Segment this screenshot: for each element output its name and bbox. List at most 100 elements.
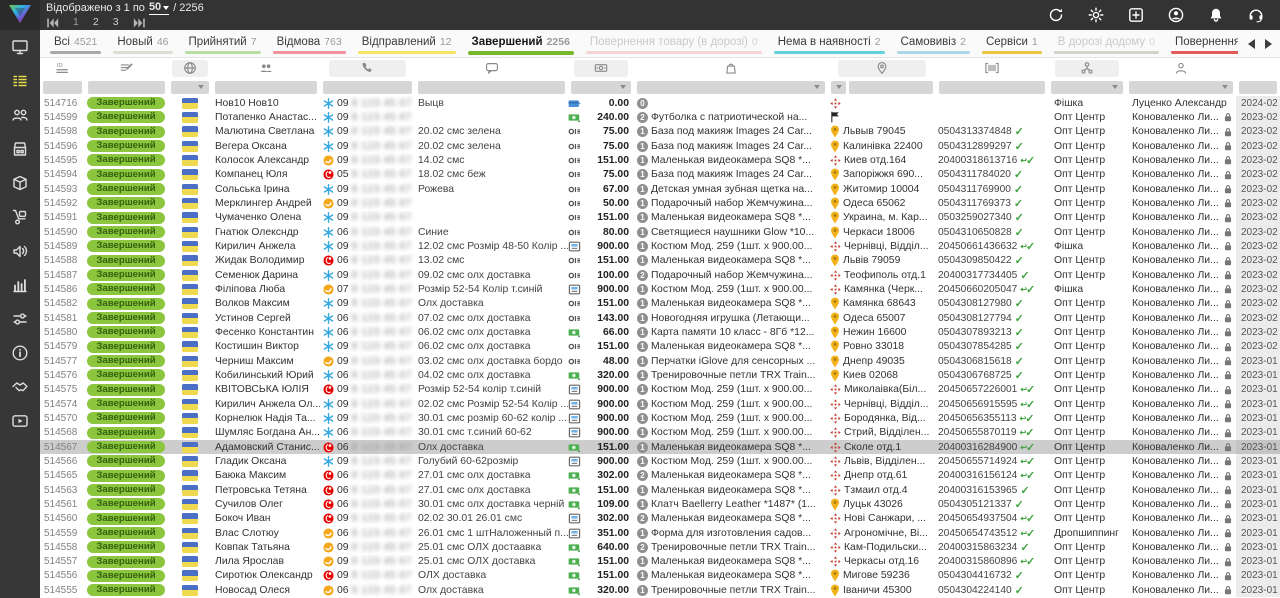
table-row[interactable]: 514558ЗавершенийКовпак Татьяна098 123 45…	[40, 540, 1280, 554]
table-row[interactable]: 514575ЗавершенийКВІТОВСЬКА ЮЛІЯ098 123 4…	[40, 383, 1280, 397]
column-header-channel[interactable]	[1048, 58, 1126, 78]
filter-input-product[interactable]	[637, 81, 825, 94]
table-row[interactable]: 514595ЗавершенийКолосок Александр098 123…	[40, 153, 1280, 167]
sidebar-item-procurement[interactable]	[9, 209, 31, 229]
column-header-product[interactable]	[634, 58, 828, 78]
filter-input-status[interactable]	[88, 81, 165, 94]
sidebar-item-orders[interactable]	[9, 73, 31, 93]
sidebar-item-statistics[interactable]	[9, 277, 31, 297]
tab-4[interactable]: Відмова763	[267, 30, 352, 57]
page-number-1[interactable]: 1	[73, 16, 79, 29]
tab-10[interactable]: Сервіси1	[976, 30, 1048, 57]
first-page-button[interactable]	[46, 17, 59, 29]
table-row[interactable]: 514580ЗавершенийФесенко Константин068 12…	[40, 325, 1280, 339]
scroll-tabs-right-icon[interactable]	[1265, 39, 1272, 49]
last-page-button[interactable]	[133, 17, 146, 29]
sidebar-item-marketing[interactable]	[9, 243, 31, 263]
notifications-icon[interactable]	[1208, 7, 1224, 23]
table-row[interactable]: 514599ЗавершенийПотапенко Анастас...098 …	[40, 110, 1280, 124]
filter-input-manager[interactable]	[1129, 81, 1233, 94]
table-row[interactable]: 514559ЗавершенийВлас Слотюу068 123 45 67…	[40, 526, 1280, 540]
table-row[interactable]: 514582ЗавершенийВолков Максим098 123 45 …	[40, 297, 1280, 311]
tab-3[interactable]: Прийнятий7	[179, 30, 267, 57]
tab-5[interactable]: Відправлений12	[352, 30, 462, 57]
page-number-3[interactable]: 3	[113, 16, 119, 29]
table-row[interactable]: 514588ЗавершенийЖидак Володимир068 123 4…	[40, 254, 1280, 268]
column-header-delivery[interactable]	[828, 58, 936, 78]
tab-8[interactable]: Нема в наявності2	[768, 30, 891, 57]
table-row[interactable]: 514557ЗавершенийЛила Ярослав098 123 45 6…	[40, 555, 1280, 569]
table-row[interactable]: 514563ЗавершенийПетровська Тетяна068 123…	[40, 483, 1280, 497]
table-row[interactable]: 514593ЗавершенийСольська Ірина098 123 45…	[40, 182, 1280, 196]
tab-1[interactable]: Всі4521	[44, 30, 107, 57]
sidebar-item-partners[interactable]	[9, 379, 31, 399]
add-icon[interactable]	[1128, 7, 1144, 23]
scroll-tabs-left-icon[interactable]	[1248, 39, 1255, 49]
page-size-dropdown[interactable]: 50	[149, 1, 169, 15]
table-row[interactable]: 514574ЗавершенийКирилич Анжела Ол...098 …	[40, 397, 1280, 411]
table-row[interactable]: 514586ЗавершенийФіліпова Люба078 123 45 …	[40, 282, 1280, 296]
table-row[interactable]: 514566ЗавершенийГладик Оксана098 123 45 …	[40, 454, 1280, 468]
filter-input-id[interactable]	[43, 81, 82, 94]
table-row[interactable]: 514594ЗавершенийКомпанец Юля058 123 45 6…	[40, 168, 1280, 182]
table-row[interactable]: 514555ЗавершенийНовосад Олеся068 123 45 …	[40, 583, 1280, 597]
table-row[interactable]: 514570ЗавершенийКорнелюк Надія Та...098 …	[40, 411, 1280, 425]
table-row[interactable]: 514576ЗавершенийКобилинський Юрий068 123…	[40, 368, 1280, 382]
column-header-country[interactable]	[168, 58, 212, 78]
table-row[interactable]: 514590ЗавершенийГнатюк Олексндр068 123 4…	[40, 225, 1280, 239]
filter-input-phone[interactable]	[323, 81, 412, 94]
table-row[interactable]: 514556ЗавершенийСиротюк Олександр098 123…	[40, 569, 1280, 583]
page-number-2[interactable]: 2	[93, 16, 99, 29]
table-row[interactable]: 514568ЗавершенийШумляс Богдана Ан...068 …	[40, 426, 1280, 440]
table-row[interactable]: 514577ЗавершенийЧерниш Максим098 123 45 …	[40, 354, 1280, 368]
column-header-comment[interactable]	[415, 58, 568, 78]
column-header-manager[interactable]	[1126, 58, 1236, 78]
table-row[interactable]: 514598ЗавершенийМалютина Светлана098 123…	[40, 125, 1280, 139]
filter-input-ttn[interactable]	[939, 81, 1045, 94]
table-row[interactable]: 514579ЗавершенийКостишин Виктор098 123 4…	[40, 340, 1280, 354]
sidebar-item-products[interactable]	[9, 175, 31, 195]
table-row[interactable]: 514587ЗавершенийСеменюк Дарина098 123 45…	[40, 268, 1280, 282]
filter-input-delivery[interactable]	[849, 81, 933, 94]
sidebar-item-clients[interactable]	[9, 107, 31, 127]
table-row[interactable]: 514567ЗавершенийАдамовский Станис...068 …	[40, 440, 1280, 454]
table-row[interactable]: 514596ЗавершенийВегера Оксана098 123 45 …	[40, 139, 1280, 153]
filter-input-payment[interactable]	[571, 81, 631, 94]
settings-icon[interactable]	[1088, 7, 1104, 23]
table-row[interactable]: 514716ЗавершенийНов10 Нов10098 123 45 67…	[40, 96, 1280, 110]
table-row[interactable]: 514591ЗавершенийЧумаченко Олена098 123 4…	[40, 211, 1280, 225]
sidebar-item-dashboard[interactable]	[9, 39, 31, 59]
column-header-id[interactable]: ID	[40, 58, 85, 78]
table-row[interactable]: 514561ЗавершенийСучилов Олег068 123 45 6…	[40, 497, 1280, 511]
tab-2[interactable]: Новый46	[107, 30, 178, 57]
account-icon[interactable]	[1168, 7, 1184, 23]
table-row[interactable]: 514560ЗавершенийБокоч Иван098 123 45 670…	[40, 512, 1280, 526]
table-row[interactable]: 514565ЗавершенийБаюка Максим068 123 45 6…	[40, 469, 1280, 483]
table-row[interactable]: 514589ЗавершенийКирилич Анжела098 123 45…	[40, 239, 1280, 253]
refresh-icon[interactable]	[1048, 7, 1064, 23]
column-header-phone[interactable]	[320, 58, 415, 78]
sidebar-item-automation[interactable]	[9, 311, 31, 331]
support-icon[interactable]	[1248, 7, 1264, 23]
filter-input-comment[interactable]	[418, 81, 565, 94]
sidebar-item-tutorials[interactable]	[9, 413, 31, 433]
column-header-client[interactable]	[212, 58, 320, 78]
column-header-date[interactable]	[1236, 58, 1280, 78]
tab-6[interactable]: Завершений2256	[462, 30, 580, 57]
table-row[interactable]: 514592ЗавершенийМерклингер Андрей098 123…	[40, 196, 1280, 210]
column-header-status[interactable]	[85, 58, 168, 78]
sidebar-item-info[interactable]	[9, 345, 31, 365]
table-row[interactable]: 514581ЗавершенийУстинов Сергей068 123 45…	[40, 311, 1280, 325]
tab-9[interactable]: Самовивіз2	[891, 30, 976, 57]
filter-input-channel[interactable]	[1051, 81, 1123, 94]
tab-7[interactable]: Повернення товару (в дорозі)0	[580, 30, 768, 57]
column-header-ttn[interactable]	[936, 58, 1048, 78]
filter-input-date[interactable]	[1239, 81, 1277, 94]
filter-input-client[interactable]	[215, 81, 317, 94]
sidebar-item-store[interactable]	[9, 141, 31, 161]
app-logo[interactable]	[0, 0, 40, 30]
filter-dropdown-delivery[interactable]	[831, 81, 846, 94]
tab-11[interactable]: В дорозі додому0	[1048, 30, 1165, 57]
filter-input-country[interactable]	[171, 81, 209, 94]
column-header-payment[interactable]	[568, 58, 634, 78]
